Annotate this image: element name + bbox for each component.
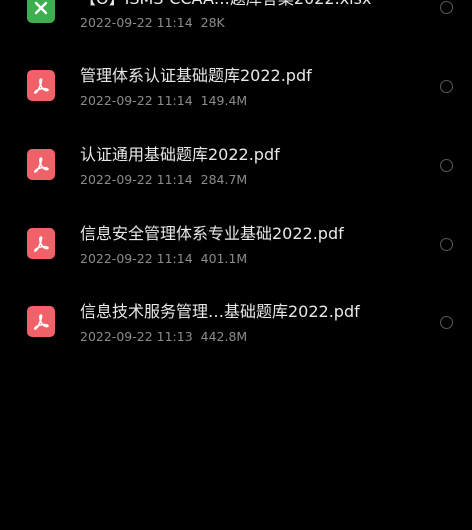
pdf-file-icon: [27, 228, 55, 259]
file-meta: 2022-09-22 11:14 401.1M: [80, 251, 247, 267]
file-date: 2022-09-22 11:13: [80, 329, 193, 344]
file-row-pdf[interactable]: 认证通用基础题库2022.pdf 2022-09-22 11:14 284.7M: [0, 135, 472, 213]
file-size: 401.1M: [200, 251, 248, 266]
select-radio[interactable]: [440, 238, 453, 251]
select-radio[interactable]: [440, 316, 453, 329]
select-radio[interactable]: [440, 80, 453, 93]
file-meta: 2022-09-22 11:14 284.7M: [80, 172, 247, 188]
select-radio[interactable]: [440, 1, 453, 14]
excel-file-icon: [27, 0, 55, 23]
file-date: 2022-09-22 11:14: [80, 251, 193, 266]
file-row-pdf[interactable]: 信息技术服务管理…基础题库2022.pdf 2022-09-22 11:13 44…: [0, 292, 472, 370]
file-meta: 2022-09-22 11:14 149.4M: [80, 93, 247, 109]
file-meta: 2022-09-22 11:14 28K: [80, 15, 225, 31]
file-size: 284.7M: [200, 172, 248, 187]
file-date: 2022-09-22 11:14: [80, 93, 193, 108]
file-name: 【O】ISMS-CCAA…题库答案2022.xlsx: [80, 0, 371, 9]
file-name: 认证通用基础题库2022.pdf: [80, 145, 280, 164]
file-name: 信息技术服务管理…基础题库2022.pdf: [80, 302, 360, 321]
pdf-file-icon: [27, 70, 55, 101]
file-size: 442.8M: [200, 329, 248, 344]
file-date: 2022-09-22 11:14: [80, 172, 193, 187]
pdf-file-icon: [27, 306, 55, 337]
file-meta: 2022-09-22 11:13 442.8M: [80, 329, 247, 345]
file-row-excel[interactable]: 【O】ISMS-CCAA…题库答案2022.xlsx 2022-09-22 11…: [0, 0, 472, 56]
file-date: 2022-09-22 11:14: [80, 15, 193, 30]
file-size: 28K: [200, 15, 225, 30]
file-name: 管理体系认证基础题库2022.pdf: [80, 66, 312, 85]
pdf-file-icon: [27, 149, 55, 180]
file-row-pdf[interactable]: 管理体系认证基础题库2022.pdf 2022-09-22 11:14 149.4…: [0, 56, 472, 134]
file-name: 信息安全管理体系专业基础2022.pdf: [80, 224, 344, 243]
select-radio[interactable]: [440, 159, 453, 172]
file-size: 149.4M: [200, 93, 248, 108]
file-row-pdf[interactable]: 信息安全管理体系专业基础2022.pdf 2022-09-22 11:14 401…: [0, 214, 472, 292]
